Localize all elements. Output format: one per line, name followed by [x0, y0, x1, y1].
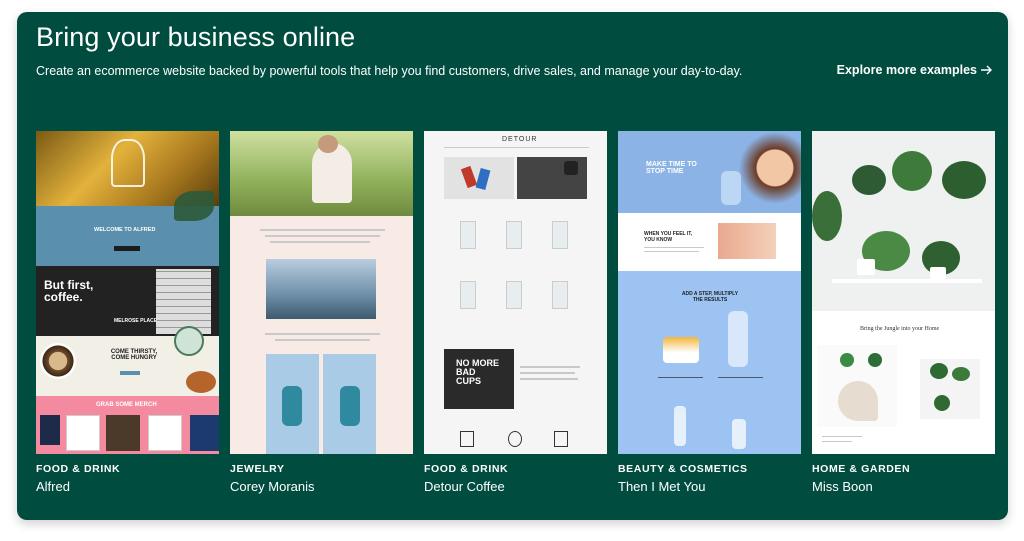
grinder	[564, 161, 578, 175]
plant	[930, 363, 948, 379]
seaside-photo	[266, 259, 376, 319]
palm-leaf	[174, 191, 214, 221]
category-label: BEAUTY & COSMETICS	[618, 463, 748, 475]
plant	[952, 367, 970, 381]
merch-item	[66, 415, 100, 451]
section-subtitle: Create an ecommerce website backed by po…	[36, 64, 743, 78]
nav-bar	[444, 147, 589, 148]
product-bag	[506, 281, 522, 309]
product-tube	[674, 406, 686, 446]
icon-outline	[508, 431, 522, 447]
text-line	[260, 229, 385, 231]
store-name[interactable]: Detour Coffee	[424, 479, 505, 494]
text-line	[520, 366, 580, 368]
then-i-met-you-screenshot[interactable]: MAKE TIME TO STOP TIME WHEN YOU FEEL IT,…	[618, 131, 801, 454]
badge-seal	[174, 326, 204, 356]
store-name[interactable]: Miss Boon	[812, 479, 873, 494]
explore-more-label: Explore more examples	[836, 63, 977, 77]
store-name[interactable]: Alfred	[36, 479, 70, 494]
store-name[interactable]: Corey Moranis	[230, 479, 315, 494]
product-bag	[552, 281, 568, 309]
pastry	[186, 371, 216, 393]
category-label: FOOD & DRINK	[36, 463, 121, 475]
leaf	[868, 353, 882, 367]
text-line	[265, 333, 380, 335]
plant	[934, 395, 950, 411]
merch-item	[190, 415, 219, 451]
category-label: FOOD & DRINK	[424, 463, 509, 475]
text-line	[265, 235, 380, 237]
make-time-text: MAKE TIME TO STOP TIME	[646, 161, 697, 175]
merch-item	[106, 415, 140, 451]
add-a-step-text: ADD A STEP, MULTIPLY THE RESULTS	[681, 291, 739, 303]
text-line	[822, 436, 862, 437]
alfred-screenshot[interactable]: WELCOME TO ALFRED But first, coffee. MEL…	[36, 131, 219, 454]
plant	[892, 151, 932, 191]
mock-button-2	[120, 371, 140, 375]
product-bottle	[721, 171, 741, 205]
jungle-text: Bring the Jungle into your Home	[860, 326, 940, 332]
category-label: HOME & GARDEN	[812, 463, 911, 475]
icon-outline	[460, 431, 474, 447]
plant	[852, 165, 886, 195]
product-bottle	[728, 311, 748, 367]
shelf	[832, 279, 982, 283]
latte-cup	[40, 343, 76, 379]
leaf	[838, 381, 878, 421]
detour-logo-text: DETOUR	[502, 136, 538, 143]
grab-merch-text: GRAB SOME MERCH	[96, 402, 157, 408]
pot	[857, 259, 875, 275]
text-line	[520, 378, 578, 380]
product-bag	[460, 221, 476, 249]
model-photo	[718, 223, 776, 259]
product-bag	[506, 221, 522, 249]
merch-item	[40, 415, 60, 445]
text-line	[520, 372, 575, 374]
plant	[942, 161, 986, 199]
product-jar	[663, 337, 699, 363]
explore-more-link[interactable]: Explore more examples	[837, 63, 993, 77]
text-line	[644, 251, 699, 252]
plant	[812, 191, 842, 241]
store-name[interactable]: Then I Met You	[618, 479, 705, 494]
logo-mark	[111, 139, 145, 187]
model-face	[736, 131, 801, 213]
leaf	[840, 353, 854, 367]
no-more-bad-cups-text: NO MORE BAD CUPS	[456, 358, 500, 386]
welcome-text: WELCOME TO ALFRED	[94, 227, 156, 233]
section-title: Bring your business online	[36, 22, 356, 52]
model-figure	[282, 386, 302, 426]
arrow-right-icon	[981, 65, 992, 75]
miss-boon-screenshot[interactable]: Bring the Jungle into your Home	[812, 131, 995, 454]
when-you-feel-it-text: WHEN YOU FEEL IT, YOU KNOW	[644, 231, 693, 243]
but-first-coffee-text: But first, coffee.	[44, 278, 94, 304]
brick-wall	[156, 269, 211, 334]
icon-outline	[554, 431, 568, 447]
text-line	[718, 377, 763, 378]
plant-shelf-image	[920, 359, 980, 419]
product-bag	[460, 281, 476, 309]
text-line	[822, 441, 852, 442]
text-line	[644, 247, 704, 248]
category-label: JEWELRY	[230, 463, 285, 475]
pot	[930, 267, 946, 279]
corey-moranis-screenshot[interactable]	[230, 131, 413, 454]
text-line	[658, 377, 703, 378]
examples-panel: Bring your business online Create an eco…	[17, 12, 1008, 520]
come-thirsty-text: COME THIRSTY, COME HUNGRY	[110, 349, 158, 361]
product-bag	[552, 221, 568, 249]
melrose-text: MELROSE PLACE	[114, 318, 158, 324]
model-head	[318, 135, 338, 153]
mock-button	[114, 246, 140, 251]
product-tube	[732, 419, 746, 449]
text-line	[275, 339, 370, 341]
detour-coffee-screenshot[interactable]: DETOUR NO MORE BAD CUPS	[424, 131, 607, 454]
text-line	[270, 241, 370, 243]
model-figure	[340, 386, 360, 426]
merch-item	[148, 415, 182, 451]
